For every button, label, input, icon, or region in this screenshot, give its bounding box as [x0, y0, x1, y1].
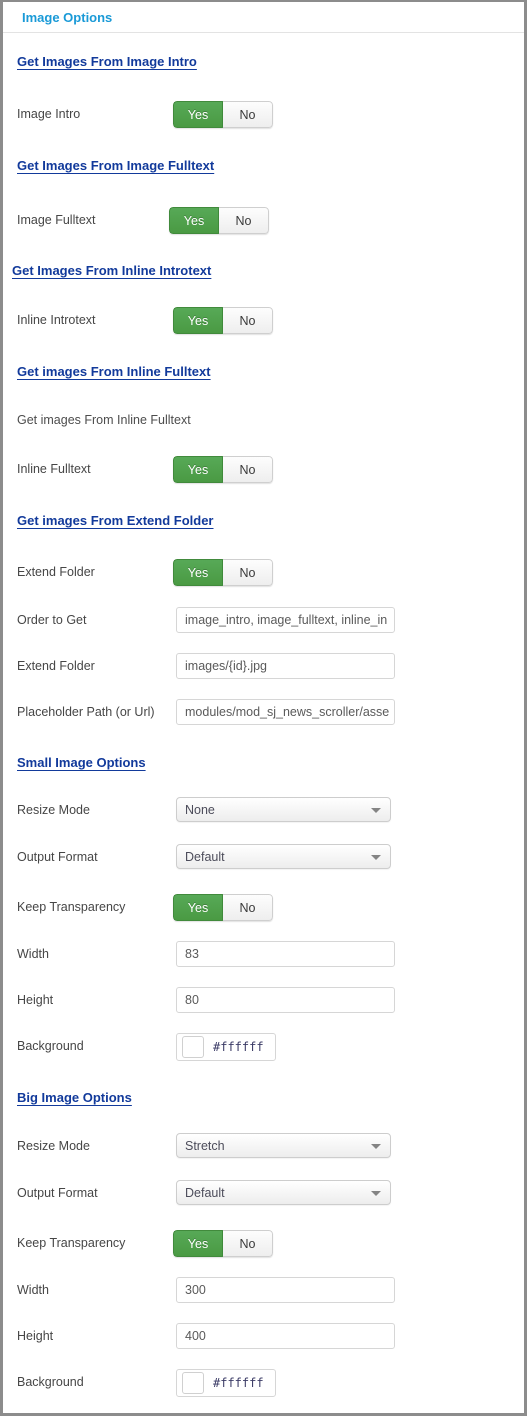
dropdown-select[interactable]: Default	[176, 844, 391, 869]
dropdown-select[interactable]: None	[176, 797, 391, 822]
field-label: Order to Get	[17, 613, 87, 627]
toggle-option-no[interactable]: No	[223, 559, 273, 586]
yes-no-toggle[interactable]: Yes No	[173, 456, 273, 483]
section-heading-extend_folder: Get images From Extend Folder	[17, 513, 214, 528]
text-input[interactable]: images/{id}.jpg	[176, 653, 395, 679]
text-input[interactable]: image_intro, image_fulltext, inline_in	[176, 607, 395, 633]
field-label: Width	[17, 1283, 49, 1297]
chevron-down-icon	[371, 854, 381, 860]
section-heading-big_image: Big Image Options	[17, 1090, 132, 1105]
color-hex-value: #ffffff	[213, 1376, 264, 1390]
toggle-option-yes[interactable]: Yes	[173, 456, 223, 483]
chevron-down-icon	[371, 1143, 381, 1149]
field-label: Background	[17, 1375, 84, 1389]
dropdown-select[interactable]: Stretch	[176, 1133, 391, 1158]
toggle-option-no[interactable]: No	[223, 894, 273, 921]
text-input[interactable]: 400	[176, 1323, 395, 1349]
toggle-option-yes[interactable]: Yes	[173, 101, 223, 128]
dropdown-value: Default	[185, 1185, 225, 1200]
field-label: Extend Folder	[17, 565, 95, 579]
field-label: Resize Mode	[17, 1139, 90, 1153]
field-label: Background	[17, 1039, 84, 1053]
toggle-option-no[interactable]: No	[223, 456, 273, 483]
text-input-value: image_intro, image_fulltext, inline_in	[185, 613, 388, 627]
toggle-option-yes[interactable]: Yes	[173, 894, 223, 921]
text-input[interactable]: 300	[176, 1277, 395, 1303]
yes-no-toggle[interactable]: Yes No	[173, 894, 273, 921]
text-input-value: images/{id}.jpg	[185, 659, 268, 673]
text-input-value: 80	[185, 993, 199, 1007]
text-input-value: 400	[185, 1329, 206, 1343]
field-label: Resize Mode	[17, 803, 90, 817]
text-input-value: 300	[185, 1283, 206, 1297]
yes-no-toggle[interactable]: Yes No	[173, 307, 273, 334]
toggle-option-yes[interactable]: Yes	[173, 1230, 223, 1257]
yes-no-toggle[interactable]: Yes No	[169, 207, 269, 234]
toggle-option-no[interactable]: No	[219, 207, 269, 234]
dropdown-value: None	[185, 802, 215, 817]
yes-no-toggle[interactable]: Yes No	[173, 559, 273, 586]
section-heading-small_image: Small Image Options	[17, 755, 146, 770]
toggle-option-yes[interactable]: Yes	[173, 559, 223, 586]
field-label: Image Intro	[17, 107, 81, 121]
toggle-option-yes[interactable]: Yes	[173, 307, 223, 334]
color-picker-field[interactable]: #ffffff	[176, 1033, 276, 1061]
field-label: Inline Introtext	[17, 313, 96, 327]
yes-no-toggle[interactable]: Yes No	[173, 1230, 273, 1257]
text-input[interactable]: modules/mod_sj_news_scroller/asse	[176, 699, 395, 725]
section-description-inline_fulltext: Get images From Inline Fulltext	[17, 413, 191, 427]
section-heading-image_fulltext: Get Images From Image Fulltext	[17, 158, 215, 173]
section-heading-inline_fulltext: Get images From Inline Fulltext	[17, 364, 211, 379]
field-label: Extend Folder	[17, 659, 95, 673]
text-input-value: modules/mod_sj_news_scroller/asse	[185, 705, 390, 719]
section-heading-inline_introtext: Get Images From Inline Introtext	[12, 263, 212, 278]
toggle-option-no[interactable]: No	[223, 1230, 273, 1257]
toggle-option-no[interactable]: No	[223, 101, 273, 128]
toggle-option-no[interactable]: No	[223, 307, 273, 334]
field-label: Inline Fulltext	[17, 462, 91, 476]
field-label: Placeholder Path (or Url)	[17, 705, 155, 719]
field-label: Keep Transparency	[17, 1236, 126, 1250]
dropdown-value: Stretch	[185, 1138, 225, 1153]
field-label: Height	[17, 1329, 54, 1343]
field-label: Height	[17, 993, 54, 1007]
chevron-down-icon	[371, 1190, 381, 1196]
section-heading-image_intro: Get Images From Image Intro	[17, 54, 197, 69]
color-picker-field[interactable]: #ffffff	[176, 1369, 276, 1397]
dropdown-value: Default	[185, 849, 225, 864]
panel-header: Image Options	[3, 2, 524, 33]
field-label: Keep Transparency	[17, 900, 126, 914]
field-label: Output Format	[17, 850, 98, 864]
page-title: Image Options	[22, 9, 113, 25]
text-input-value: 83	[185, 947, 199, 961]
chevron-down-icon	[371, 807, 381, 813]
color-hex-value: #ffffff	[213, 1040, 264, 1054]
text-input[interactable]: 83	[176, 941, 395, 967]
yes-no-toggle[interactable]: Yes No	[173, 101, 273, 128]
image-options-panel: Image Options Get Images From Image Intr…	[3, 2, 524, 1413]
toggle-option-yes[interactable]: Yes	[169, 207, 219, 234]
field-label: Image Fulltext	[17, 213, 96, 227]
text-input[interactable]: 80	[176, 987, 395, 1013]
field-label: Output Format	[17, 1186, 98, 1200]
color-swatch[interactable]	[182, 1372, 204, 1394]
field-label: Width	[17, 947, 49, 961]
dropdown-select[interactable]: Default	[176, 1180, 391, 1205]
color-swatch[interactable]	[182, 1036, 204, 1058]
